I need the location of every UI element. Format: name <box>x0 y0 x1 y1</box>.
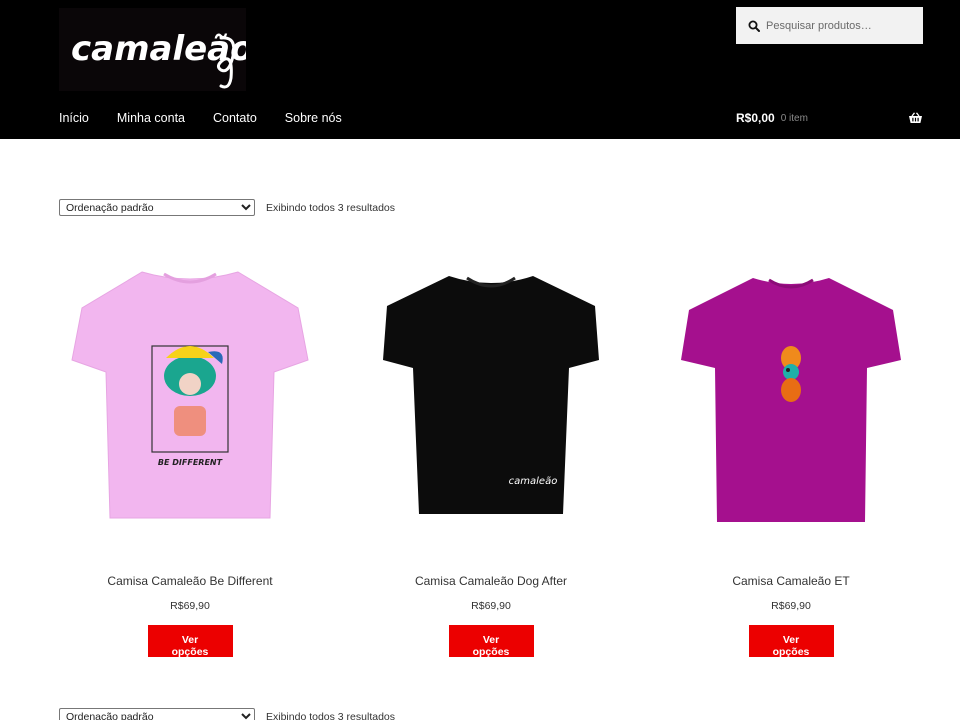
cart-amount: R$0,00 <box>736 111 775 125</box>
ver-opcoes-button[interactable]: Ver opções <box>448 625 534 658</box>
tshirt-pink-image: BE DIFFERENT <box>71 271 309 519</box>
basket-icon[interactable] <box>908 112 923 124</box>
svg-text:camaleão: camaleão <box>509 476 558 487</box>
ver-opcoes-button[interactable]: Ver opções <box>748 625 834 658</box>
result-count: Exibindo todos 3 resultados <box>266 201 395 214</box>
shop-toolbar-bottom: Ordenação padrão Exibindo todos 3 result… <box>59 708 395 720</box>
tshirt-magenta-image <box>681 278 901 522</box>
shop-toolbar-top: Ordenação padrão Exibindo todos 3 result… <box>59 199 395 216</box>
nav-item-contato[interactable]: Contato <box>213 111 257 125</box>
camaleao-logo-icon: camaleão <box>71 29 246 89</box>
sort-select[interactable]: Ordenação padrão <box>59 199 255 216</box>
main-navigation: Início Minha conta Contato Sobre nós <box>59 111 370 125</box>
site-logo[interactable]: camaleão <box>59 8 246 91</box>
product-image[interactable] <box>661 250 921 540</box>
product-image[interactable]: camaleão <box>361 250 621 540</box>
result-count: Exibindo todos 3 resultados <box>266 710 395 720</box>
search-input[interactable] <box>766 19 916 32</box>
product-card: Camisa Camaleão ET R$69,90 Ver opções <box>661 250 921 660</box>
shirt-body <box>383 276 599 514</box>
nav-item-inicio[interactable]: Início <box>59 111 89 125</box>
nav-item-sobre-nos[interactable]: Sobre nós <box>285 111 342 125</box>
product-price: R$69,90 <box>771 600 811 612</box>
product-price: R$69,90 <box>471 600 511 612</box>
product-search[interactable] <box>736 7 923 44</box>
product-title[interactable]: Camisa Camaleão Dog After <box>361 574 621 588</box>
product-card: camaleão Camisa Camaleão Dog After R$69,… <box>361 250 621 660</box>
product-image[interactable]: BE DIFFERENT <box>60 250 320 540</box>
search-icon <box>748 20 760 32</box>
svg-text:BE DIFFERENT: BE DIFFERENT <box>158 458 223 467</box>
header-cart[interactable]: R$0,00 0 item <box>736 111 923 125</box>
nav-item-minha-conta[interactable]: Minha conta <box>117 111 185 125</box>
ver-opcoes-button[interactable]: Ver opções <box>147 625 233 658</box>
product-title[interactable]: Camisa Camaleão Be Different <box>60 574 320 588</box>
product-price: R$69,90 <box>170 600 210 612</box>
site-header: camaleão Início Minha conta Contato Sobr… <box>0 0 960 139</box>
product-title[interactable]: Camisa Camaleão ET <box>661 574 921 588</box>
tshirt-black-image: camaleão <box>383 276 599 514</box>
product-card: BE DIFFERENT Camisa Camaleão Be Differen… <box>60 250 320 660</box>
sort-select[interactable]: Ordenação padrão <box>59 708 255 720</box>
cart-item-count: 0 item <box>780 112 808 124</box>
